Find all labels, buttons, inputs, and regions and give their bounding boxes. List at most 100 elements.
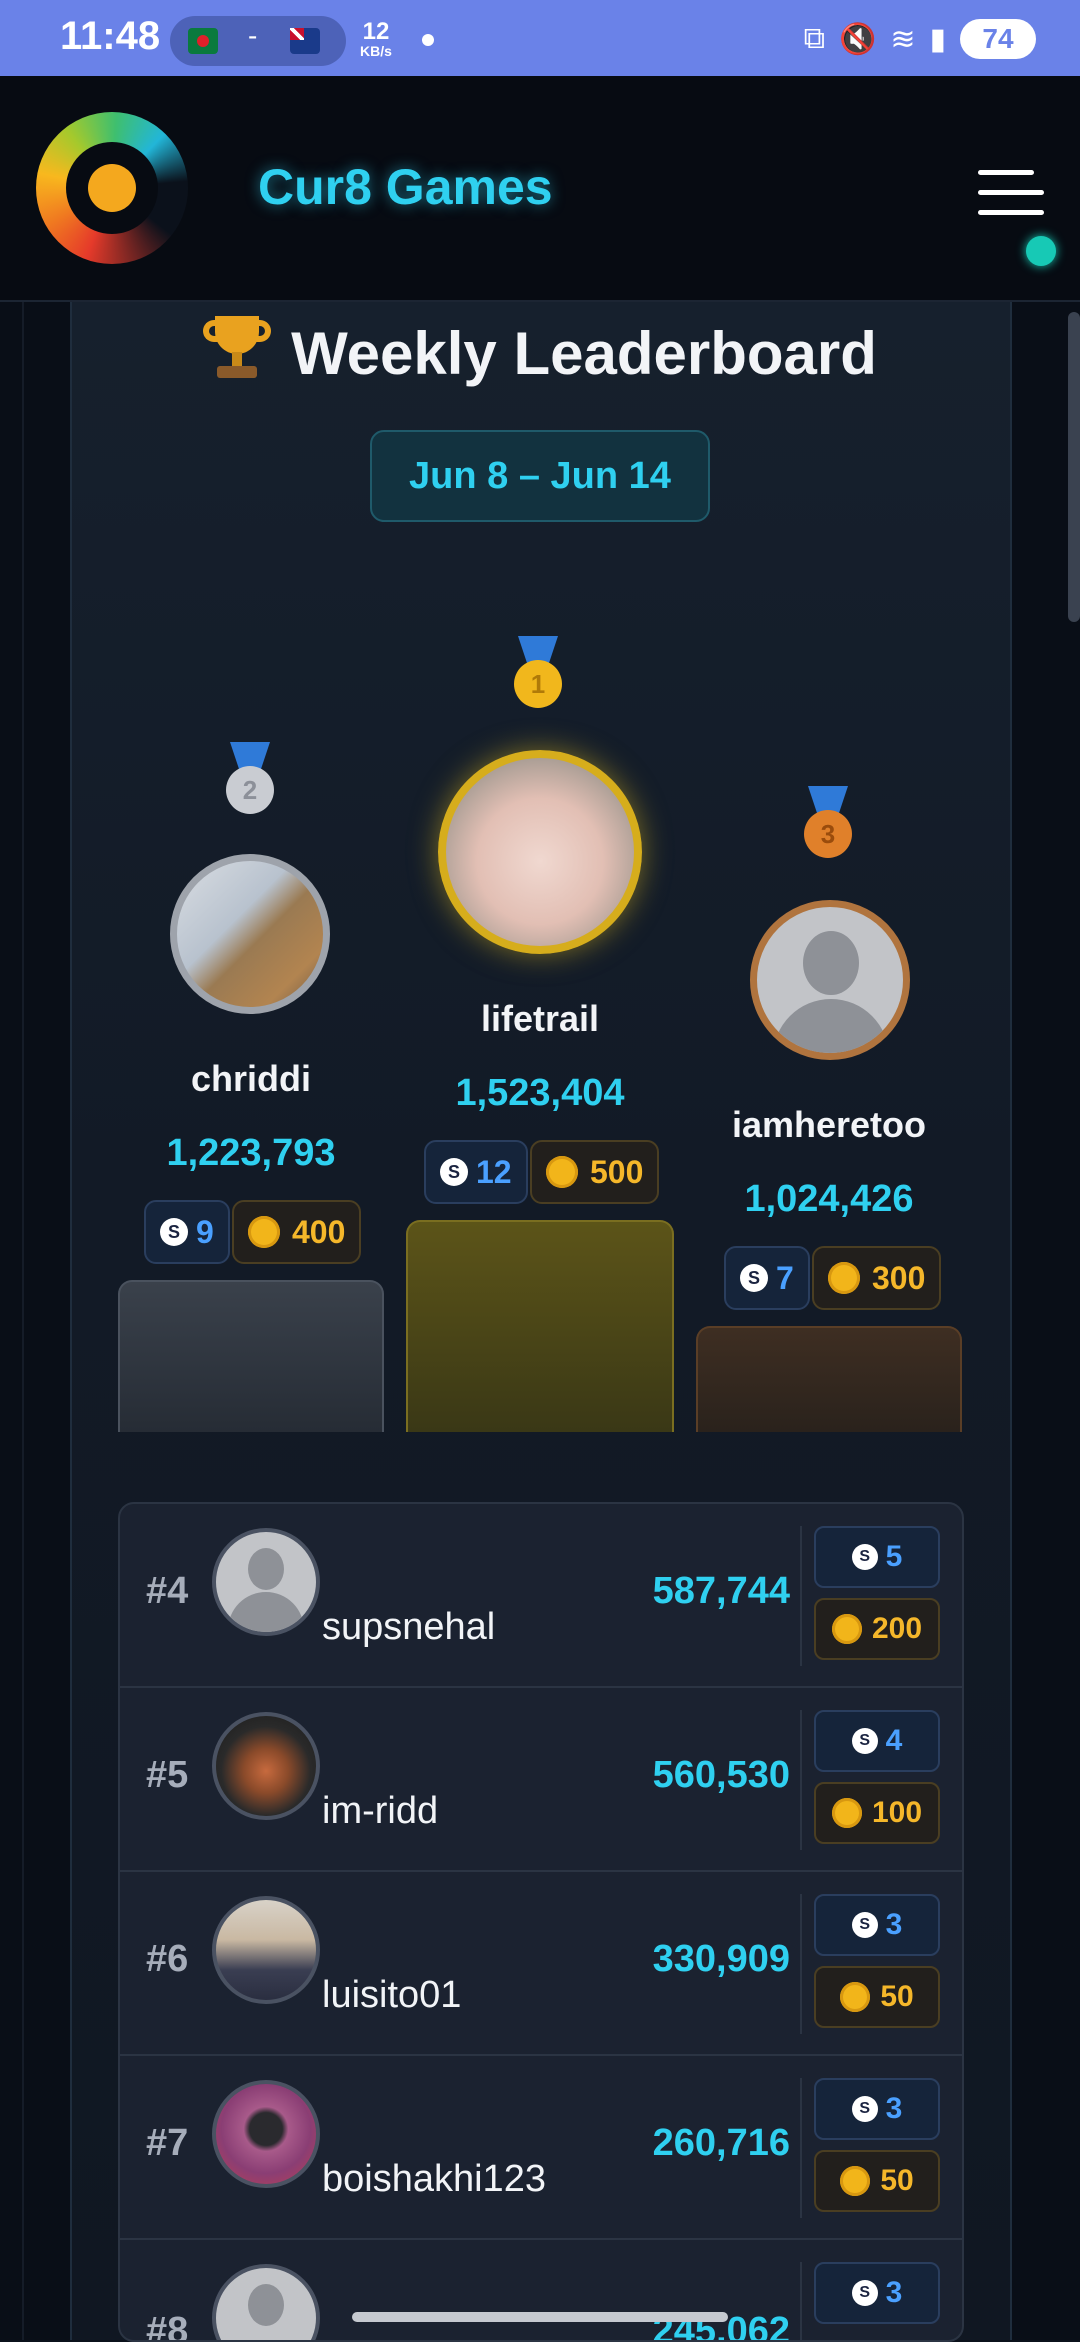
trophy-icon	[203, 316, 272, 380]
date-range-badge: Jun 8 – Jun 14	[370, 430, 710, 522]
steem-reward-badge: S4	[814, 1710, 940, 1772]
steem-reward-badge: S5	[814, 1526, 940, 1588]
wifi-icon: ≋	[890, 22, 916, 56]
row-divider	[800, 1710, 802, 1850]
avatar-iamheretoo[interactable]	[750, 900, 910, 1060]
table-row[interactable]: #7 boishakhi123 260,716 S3 50	[120, 2056, 962, 2240]
menu-notification-dot-icon	[1026, 236, 1056, 266]
steem-reward-badge: S3	[814, 2262, 940, 2324]
menu-line-icon	[978, 210, 1044, 215]
steem-reward-badge: S3	[814, 2078, 940, 2140]
coin-icon	[546, 1156, 578, 1188]
steem-icon: S	[851, 1912, 878, 1938]
rank-number: #7	[146, 2122, 189, 2164]
app-header: Cur8 Games	[0, 76, 1080, 302]
coin-reward-badge: 200	[814, 1598, 940, 1660]
rank-number: #8	[146, 2310, 189, 2342]
table-row[interactable]: #4 supsnehal 587,744 S5 200	[120, 1504, 962, 1688]
rank-number: #6	[146, 1938, 189, 1980]
podium-name[interactable]: iamheretoo	[696, 1104, 962, 1146]
hamburger-menu-button[interactable]	[978, 168, 1048, 220]
mute-icon: 🔇	[838, 22, 877, 56]
coin-reward-badge: 500	[530, 1140, 660, 1204]
steem-reward-badge: S7	[724, 1246, 810, 1310]
row-divider	[800, 2262, 802, 2340]
ranking-list: #4 supsnehal 587,744 S5 200 #5 im-ridd 5…	[118, 1502, 964, 2342]
cast-icon: ⧉	[803, 22, 825, 55]
steem-icon: S	[851, 1728, 878, 1754]
flag-separator: -	[248, 20, 258, 51]
cur8-logo-icon[interactable]	[36, 112, 188, 264]
steem-icon: S	[740, 1264, 768, 1292]
coin-reward-badge: 100	[814, 1782, 940, 1844]
steem-icon: S	[851, 2096, 878, 2122]
steem-reward-badge: S9	[144, 1200, 230, 1264]
gold-medal-icon: 1	[510, 636, 566, 720]
avatar-placeholder[interactable]	[212, 2264, 320, 2340]
player-name[interactable]: boishakhi123	[322, 2158, 546, 2201]
podium-block-first	[406, 1220, 674, 1432]
coin-reward-badge: 300	[812, 1246, 942, 1310]
status-time: 11:48	[60, 14, 161, 58]
player-score: 587,744	[652, 1570, 790, 1612]
status-icons: ⧉ 🔇 ≋ ▮ 74	[804, 14, 1036, 64]
steem-icon: S	[851, 2280, 878, 2306]
network-speed: 12 KB/s	[360, 18, 392, 59]
podium-block-third	[696, 1326, 962, 1432]
steem-reward-badge: S3	[814, 1894, 940, 1956]
menu-line-icon	[978, 190, 1044, 195]
player-name[interactable]: im-ridd	[322, 1790, 438, 1833]
row-divider	[800, 1894, 802, 2034]
coin-icon	[840, 2166, 871, 2196]
player-score: 330,909	[652, 1938, 790, 1980]
page-title: Weekly Leaderboard	[0, 316, 1080, 388]
grid-line	[22, 302, 24, 2340]
avatar-placeholder[interactable]	[212, 1528, 320, 1636]
notification-pill: -	[170, 16, 346, 66]
signal-icon: ▮	[929, 22, 946, 56]
australia-flag-icon	[290, 28, 320, 54]
player-name[interactable]: supsnehal	[322, 1606, 495, 1649]
bronze-medal-icon: 3	[800, 786, 856, 870]
player-name[interactable]: luisito01	[322, 1974, 461, 2017]
podium-block-second	[118, 1280, 384, 1432]
avatar-luisito01[interactable]	[212, 1896, 320, 2004]
podium-name[interactable]: chriddi	[118, 1058, 384, 1100]
row-divider	[800, 2078, 802, 2218]
coin-icon	[828, 1262, 860, 1294]
steem-icon: S	[160, 1218, 188, 1246]
coin-icon	[248, 1216, 280, 1248]
avatar-chriddi[interactable]	[170, 854, 330, 1014]
player-score: 560,530	[652, 1754, 790, 1796]
coin-icon	[831, 1798, 862, 1828]
steem-icon: S	[440, 1158, 468, 1186]
podium-score: 1,223,793	[166, 1132, 336, 1174]
battery-indicator: 74	[960, 19, 1036, 59]
home-indicator[interactable]	[352, 2312, 728, 2322]
podium-name[interactable]: lifetrail	[406, 998, 674, 1040]
podium-score: 1,523,404	[455, 1072, 625, 1114]
coin-icon	[840, 1982, 871, 2012]
coin-reward-badge: 50	[814, 1966, 940, 2028]
silver-medal-icon: 2	[222, 742, 278, 826]
steem-icon: S	[851, 1544, 878, 1570]
main-content: Weekly Leaderboard Jun 8 – Jun 14 2 chri…	[0, 302, 1080, 2342]
table-row[interactable]: #6 luisito01 330,909 S3 50	[120, 1872, 962, 2056]
rank-number: #4	[146, 1570, 189, 1612]
coin-reward-badge: 400	[232, 1200, 362, 1264]
steem-reward-badge: S 12	[424, 1140, 528, 1204]
bangladesh-flag-icon	[188, 28, 218, 54]
table-row[interactable]: #5 im-ridd 560,530 S4 100	[120, 1688, 962, 1872]
status-bar: 11:48 - 12 KB/s ⧉ 🔇 ≋ ▮ 74	[0, 0, 1080, 76]
avatar-boishakhi123[interactable]	[212, 2080, 320, 2188]
coin-icon	[831, 1614, 862, 1644]
table-row[interactable]: #8 245,062 S3	[120, 2240, 962, 2342]
avatar-im-ridd[interactable]	[212, 1712, 320, 1820]
brand-title[interactable]: Cur8 Games	[258, 158, 553, 216]
coin-reward-badge: 50	[814, 2150, 940, 2212]
rank-number: #5	[146, 1754, 189, 1796]
avatar-lifetrail[interactable]	[438, 750, 642, 954]
row-divider	[800, 1526, 802, 1666]
menu-line-icon	[978, 170, 1034, 175]
podium-score: 1,024,426	[744, 1178, 914, 1220]
